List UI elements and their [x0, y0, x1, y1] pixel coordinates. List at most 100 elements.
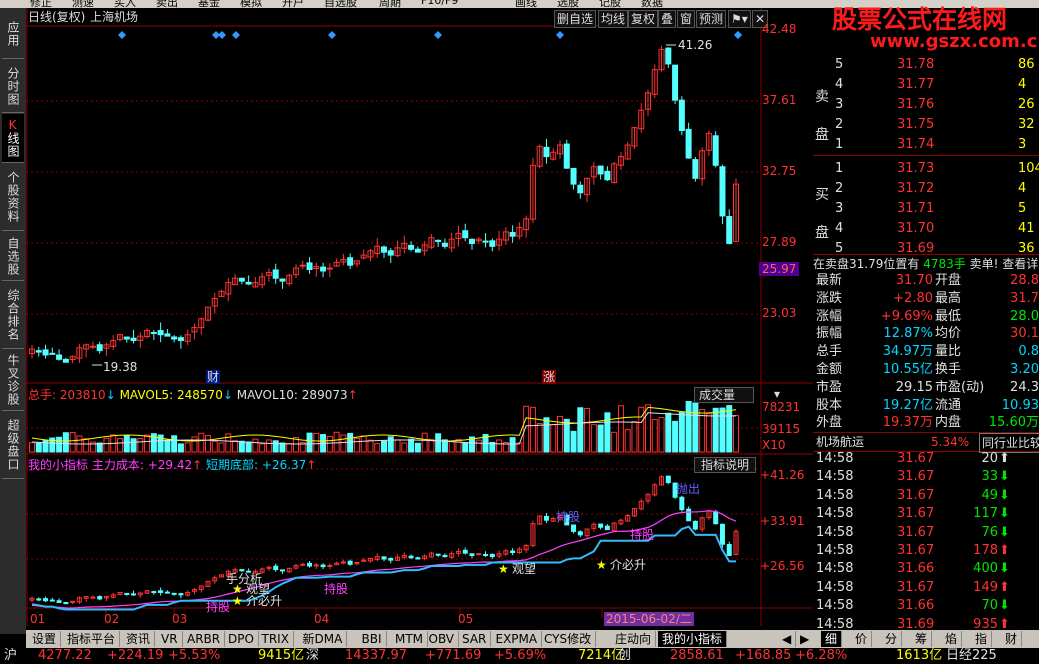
left-tab-5[interactable]: 综合排名 — [2, 282, 24, 349]
left-tab-6[interactable]: 牛叉诊股 — [2, 350, 24, 411]
signal-annotation: 持股 — [556, 510, 581, 524]
detail-tab[interactable]: 指 — [971, 631, 993, 647]
big-order-notice[interactable]: 在卖盘31.79位置有 4783手 卖单! 查看详 — [813, 254, 1039, 273]
top-menu-item[interactable]: 选股 — [557, 0, 579, 8]
indicator-tab[interactable]: 庄动向 — [611, 631, 657, 647]
detail-tab[interactable]: 财 — [1001, 631, 1023, 647]
volume-bar — [726, 405, 733, 453]
indicator-axis-tick: +41.26 — [760, 468, 805, 482]
level-volume: 86 — [1018, 57, 1035, 72]
indicator-tab[interactable]: EXPMA — [492, 631, 543, 647]
indicator-tab[interactable]: OBV — [425, 631, 460, 647]
status-item: +6.28% — [795, 648, 848, 663]
left-tab-2[interactable]: K 线图 — [2, 114, 24, 163]
quote-stat-row: 涨跌 +2.80 最高 31.7 — [813, 290, 1039, 308]
level-number: 2 — [835, 181, 844, 196]
indicator-tab[interactable]: 新DMA — [299, 631, 348, 647]
detail-tab[interactable]: 焰 — [941, 631, 963, 647]
trade-time: 14:58 — [816, 598, 854, 614]
window-button[interactable]: 窗 — [677, 10, 696, 28]
short-bottom-label: 短期底部: — [206, 458, 259, 472]
trade-price: 31.67 — [897, 506, 935, 522]
indicator-tab[interactable]: ARBR — [183, 631, 226, 647]
bid-row[interactable]: 1 31.73 104 — [813, 160, 1039, 178]
top-menu-item[interactable]: 画线 — [515, 0, 537, 8]
adjust-button[interactable]: 复权 — [628, 10, 659, 28]
candle-body — [570, 167, 577, 185]
top-menu-item[interactable]: 模拟 — [240, 0, 262, 8]
trade-price: 31.66 — [897, 561, 935, 577]
volume-indicator-select[interactable]: 成交量 — [694, 387, 755, 403]
remove-favorite-button[interactable]: 删自选 — [554, 10, 597, 28]
top-menu-item[interactable]: 周期 — [379, 0, 401, 8]
bid-row[interactable]: 2 31.72 4 — [813, 180, 1039, 198]
indicator-tab[interactable]: 我的小指标 — [658, 631, 728, 647]
limit-up-marker[interactable]: 涨 — [542, 370, 557, 384]
stock-name: 上海机场 — [90, 10, 139, 24]
indicator-tab[interactable]: 资讯 — [122, 631, 156, 647]
overlay-button[interactable]: 叠 — [658, 10, 677, 28]
top-menu-item[interactable]: F10/F9 — [421, 0, 458, 7]
indicator-tab[interactable]: 设置 — [28, 631, 62, 647]
ask-row[interactable]: 5 31.78 86 — [813, 56, 1039, 74]
indicator-help-button[interactable]: 指标说明 — [694, 457, 757, 473]
status-item: +168.85 — [735, 648, 792, 663]
indicator-tab[interactable]: 指标平台 — [63, 631, 121, 647]
bid-row[interactable]: 4 31.70 41 — [813, 220, 1039, 238]
indicator-tab[interactable]: MTM — [391, 631, 429, 647]
indicator-tab[interactable]: VR — [157, 631, 183, 647]
trade-time: 14:58 — [816, 469, 854, 485]
detail-tab[interactable]: 价 — [851, 631, 873, 647]
ask-row[interactable]: 1 31.74 3 — [813, 136, 1039, 154]
bid-row[interactable]: 3 31.71 5 — [813, 200, 1039, 218]
indicator-tab[interactable]: BBI — [358, 631, 387, 647]
flag-menu-icon[interactable]: ⚑▾ — [728, 10, 751, 28]
volume-bar — [252, 438, 259, 453]
top-menu-item[interactable]: 记股 — [599, 0, 621, 8]
left-tab-1[interactable]: 分时图 — [2, 60, 24, 113]
industry-row[interactable]: 机场航运 5.34% 同行业比较 — [813, 432, 1039, 453]
volume-bar — [719, 407, 726, 453]
forecast-button[interactable]: 预测 — [696, 10, 727, 28]
scroll-right-icon[interactable]: ▶ — [796, 631, 815, 647]
indicator-candle-body — [713, 511, 719, 525]
indicator-tab[interactable]: SAR — [458, 631, 492, 647]
detail-tab[interactable]: 细 — [821, 631, 843, 647]
left-tab-0[interactable]: 应用 — [2, 10, 24, 59]
indicator-tab[interactable]: DPO — [224, 631, 259, 647]
indicator-tab[interactable]: TRIX — [258, 631, 294, 647]
ask-row[interactable]: 4 31.77 4 — [813, 76, 1039, 94]
stat-label: 总手 — [816, 344, 843, 360]
volume-bar — [509, 437, 516, 453]
top-menu-item[interactable]: 数据 — [641, 0, 663, 8]
indicator-tab[interactable]: CYS修改 — [540, 631, 597, 647]
left-tab-7[interactable]: 超级盘口 — [2, 412, 24, 479]
top-menu-item[interactable]: 测速 — [72, 0, 94, 8]
top-menu-item[interactable]: 自选股 — [324, 0, 357, 8]
stat-label: 换手 — [935, 362, 962, 377]
ask-row[interactable]: 2 31.75 32 — [813, 116, 1039, 134]
detail-tab[interactable]: 分 — [881, 631, 903, 647]
ma-button[interactable]: 均线 — [598, 10, 629, 28]
top-menu-item[interactable]: 卖出 — [156, 0, 178, 8]
stat-value: 29.15 — [895, 379, 933, 395]
finance-marker[interactable]: 财 — [206, 370, 221, 384]
signal-annotation: 抛出 — [676, 482, 701, 496]
detail-tab[interactable]: 筹 — [911, 631, 933, 647]
chevron-down-icon[interactable]: ▾ — [774, 387, 780, 401]
top-menu-item[interactable]: 修正 — [30, 0, 52, 8]
kline-chart-area[interactable]: 日线(复权) 上海机场 删自选 均线 复权 叠 窗 预测 ⚑▾ ✕ 42.48 … — [26, 8, 813, 630]
trade-row: 14:58 31.67 20 ⬆ — [813, 450, 1039, 468]
chart-canvas[interactable] — [26, 8, 813, 630]
trade-row: 14:58 31.66 400 ⬇ — [813, 560, 1039, 578]
volume-bar — [326, 435, 333, 453]
left-tab-4[interactable]: 自选股 — [2, 232, 24, 281]
top-menu-item[interactable]: 基金 — [198, 0, 220, 8]
candle-body — [49, 352, 56, 355]
scroll-left-icon[interactable]: ◀ — [778, 631, 797, 647]
left-tab-3[interactable]: 个股资料 — [2, 164, 24, 231]
top-menu-item[interactable]: 开户 — [282, 0, 304, 8]
ask-row[interactable]: 3 31.76 26 — [813, 96, 1039, 114]
top-menu-item[interactable]: 买入 — [114, 0, 136, 8]
stat-value: +9.69% — [880, 308, 933, 324]
